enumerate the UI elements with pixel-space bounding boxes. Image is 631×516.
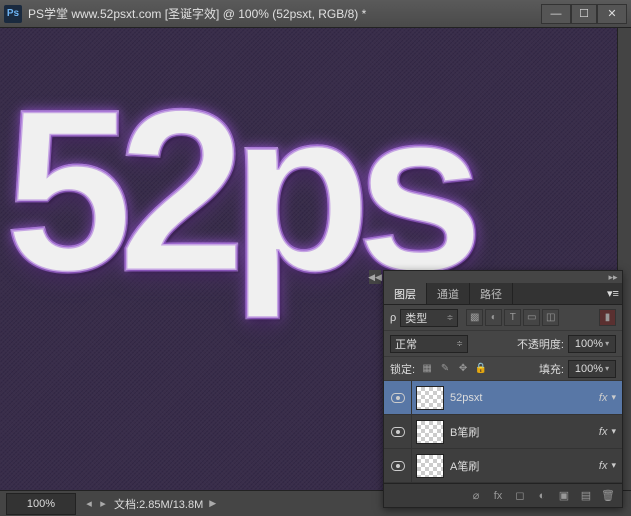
window-titlebar: Ps PS学堂 www.52psxt.com [圣诞字效] @ 100% (52… bbox=[0, 0, 631, 28]
lock-position-icon[interactable]: ✥ bbox=[455, 361, 471, 377]
panel-dock-icon[interactable]: ▸▸ bbox=[606, 271, 620, 283]
app-icon: Ps bbox=[4, 5, 22, 23]
chevron-down-icon: ≑ bbox=[447, 313, 454, 322]
fx-expand-icon[interactable]: ▾ bbox=[611, 426, 616, 437]
fx-badge[interactable]: fx bbox=[599, 460, 608, 472]
eye-icon bbox=[391, 461, 405, 471]
fill-value[interactable]: 100% ▾ bbox=[568, 360, 616, 378]
blend-mode-value: 正常 bbox=[395, 336, 417, 352]
layer-thumbnail[interactable] bbox=[416, 386, 444, 410]
layer-name[interactable]: 52psxt bbox=[450, 392, 599, 404]
layer-name[interactable]: A笔刷 bbox=[450, 458, 599, 474]
layers-panel: ▸▸ 图层 通道 路径 ▾≡ ρ 类型 ≑ ▩ ◐ T ▭ ◫ ▮ 正常 ≑ 不… bbox=[383, 270, 623, 508]
lock-all-icon[interactable]: 🔒 bbox=[473, 361, 489, 377]
delete-layer-icon[interactable]: 🗑 bbox=[600, 488, 616, 504]
chevron-down-icon: ▾ bbox=[605, 364, 609, 373]
window-title: PS学堂 www.52psxt.com [圣诞字效] @ 100% (52psx… bbox=[28, 5, 541, 22]
panel-collapse-icon[interactable]: ◀◀ bbox=[369, 270, 381, 284]
blend-opacity-row: 正常 ≑ 不透明度: 100% ▾ bbox=[384, 331, 622, 357]
eye-icon bbox=[391, 427, 405, 437]
panel-menu-icon[interactable]: ▾≡ bbox=[604, 283, 622, 304]
visibility-toggle[interactable] bbox=[384, 449, 412, 482]
panel-tabs: 图层 通道 路径 ▾≡ bbox=[384, 283, 622, 305]
layer-list: 52psxt fx ▾ B笔刷 fx ▾ A笔刷 fx ▾ bbox=[384, 381, 622, 483]
layer-name[interactable]: B笔刷 bbox=[450, 424, 599, 440]
doc-size-info: 文档:2.85M/13.8M bbox=[114, 496, 203, 512]
filter-adjust-icon[interactable]: ◐ bbox=[485, 309, 502, 326]
maximize-button[interactable]: ☐ bbox=[571, 4, 597, 24]
opacity-value[interactable]: 100% ▾ bbox=[568, 335, 616, 353]
fx-expand-icon[interactable]: ▾ bbox=[611, 392, 616, 403]
window-controls: — ☐ ✕ bbox=[541, 4, 627, 24]
minimize-button[interactable]: — bbox=[541, 4, 571, 24]
chevron-down-icon: ≑ bbox=[456, 339, 463, 348]
lock-fill-row: 锁定: ▦ ✎ ✥ 🔒 填充: 100% ▾ bbox=[384, 357, 622, 381]
layer-filter-row: ρ 类型 ≑ ▩ ◐ T ▭ ◫ ▮ bbox=[384, 305, 622, 331]
layer-thumbnail[interactable] bbox=[416, 454, 444, 478]
opacity-text: 100% bbox=[575, 338, 603, 350]
tab-paths[interactable]: 路径 bbox=[470, 283, 513, 304]
layer-thumbnail[interactable] bbox=[416, 420, 444, 444]
visibility-toggle[interactable] bbox=[384, 415, 412, 448]
layer-item[interactable]: A笔刷 fx ▾ bbox=[384, 449, 622, 483]
layer-item[interactable]: B笔刷 fx ▾ bbox=[384, 415, 622, 449]
eye-icon bbox=[391, 393, 405, 403]
blend-mode-dropdown[interactable]: 正常 ≑ bbox=[390, 335, 468, 353]
status-next-icon[interactable]: ▸ bbox=[96, 497, 110, 511]
opacity-label: 不透明度: bbox=[517, 336, 564, 352]
filter-icons: ▩ ◐ T ▭ ◫ bbox=[466, 309, 559, 326]
status-prev-icon[interactable]: ◂ bbox=[82, 497, 96, 511]
fx-badge[interactable]: fx bbox=[599, 426, 608, 438]
fx-badge[interactable]: fx bbox=[599, 392, 608, 404]
filter-shape-icon[interactable]: ▭ bbox=[523, 309, 540, 326]
lock-transparent-icon[interactable]: ▦ bbox=[419, 361, 435, 377]
kind-value: 类型 bbox=[405, 310, 427, 326]
filter-type-icon[interactable]: T bbox=[504, 309, 521, 326]
layer-style-icon[interactable]: fx bbox=[490, 488, 506, 504]
layer-item[interactable]: 52psxt fx ▾ bbox=[384, 381, 622, 415]
filter-smart-icon[interactable]: ◫ bbox=[542, 309, 559, 326]
doc-label: 文档: bbox=[114, 499, 139, 511]
kind-label-icon: ρ bbox=[390, 312, 396, 324]
doc-size-value: 2.85M/13.8M bbox=[139, 499, 203, 511]
layer-mask-icon[interactable]: ◻ bbox=[512, 488, 528, 504]
lock-pixels-icon[interactable]: ✎ bbox=[437, 361, 453, 377]
tab-channels[interactable]: 通道 bbox=[427, 283, 470, 304]
zoom-level[interactable]: 100% bbox=[6, 493, 76, 515]
panel-bottom-toolbar: ⌀ fx ◻ ◐ ▣ ▤ 🗑 bbox=[384, 483, 622, 507]
fx-expand-icon[interactable]: ▾ bbox=[611, 460, 616, 471]
layer-kind-dropdown[interactable]: 类型 ≑ bbox=[400, 309, 458, 327]
chevron-down-icon: ▾ bbox=[605, 339, 609, 348]
fill-label: 填充: bbox=[539, 361, 564, 377]
tab-layers[interactable]: 图层 bbox=[384, 283, 427, 304]
lock-label: 锁定: bbox=[390, 361, 415, 377]
lock-icons: ▦ ✎ ✥ 🔒 bbox=[419, 361, 489, 377]
filter-pixel-icon[interactable]: ▩ bbox=[466, 309, 483, 326]
fill-text: 100% bbox=[575, 363, 603, 375]
adjustment-layer-icon[interactable]: ◐ bbox=[534, 488, 550, 504]
new-layer-icon[interactable]: ▤ bbox=[578, 488, 594, 504]
visibility-toggle[interactable] bbox=[384, 381, 412, 414]
link-layers-icon[interactable]: ⌀ bbox=[468, 488, 484, 504]
status-menu-icon[interactable]: ▶ bbox=[209, 498, 216, 509]
filter-toggle[interactable]: ▮ bbox=[599, 309, 616, 326]
group-icon[interactable]: ▣ bbox=[556, 488, 572, 504]
close-button[interactable]: ✕ bbox=[597, 4, 627, 24]
